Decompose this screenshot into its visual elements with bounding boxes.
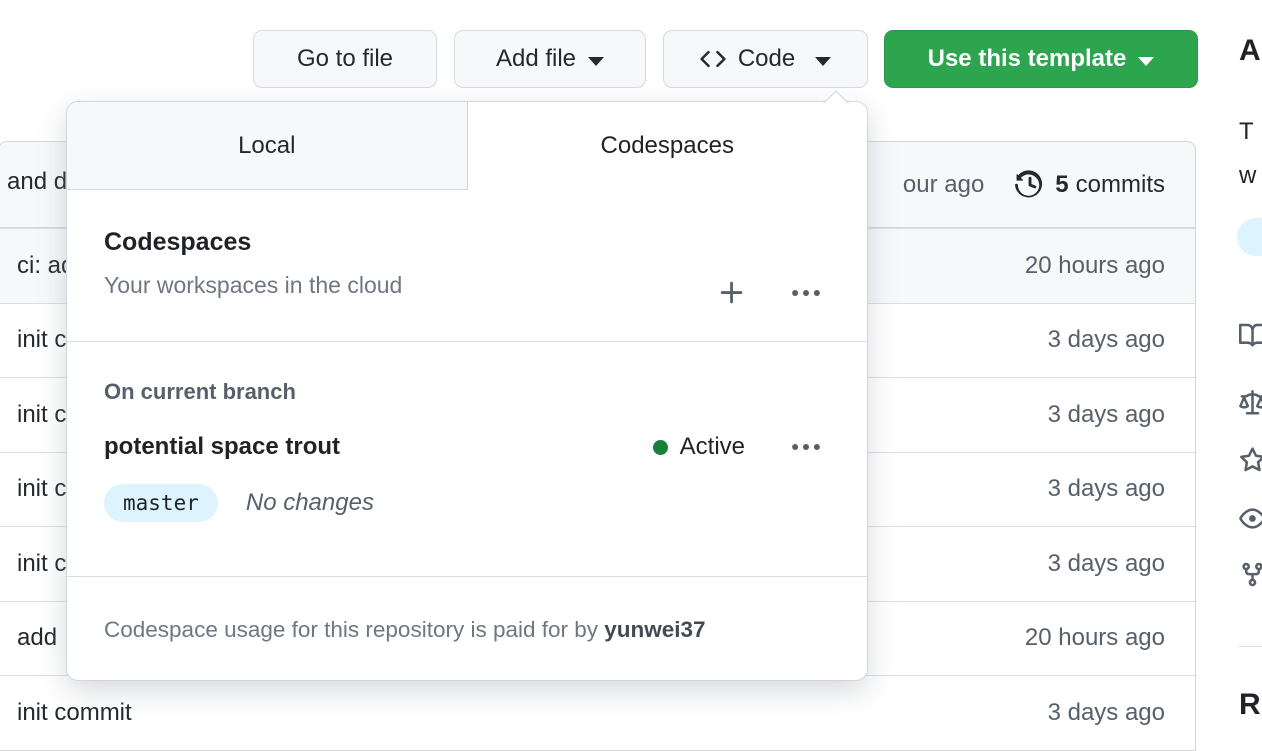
about-description-line: T <box>1239 118 1254 145</box>
branch-badge[interactable]: master <box>104 484 218 522</box>
use-this-template-button[interactable]: Use this template <box>884 30 1198 88</box>
on-current-branch-heading: On current branch <box>104 379 296 404</box>
usage-text: Codespace usage for this repository is p… <box>104 617 605 642</box>
topic-badge[interactable] <box>1237 218 1262 256</box>
new-codespace-button[interactable] <box>717 278 747 308</box>
code-label: Code <box>737 45 796 72</box>
tab-codespaces[interactable]: Codespaces <box>467 102 867 190</box>
codespace-usage-footer: Codespace usage for this repository is p… <box>67 577 867 680</box>
row-time: 3 days ago <box>1047 475 1165 503</box>
row-message[interactable]: init c <box>17 326 66 354</box>
kebab-icon <box>792 289 820 296</box>
codespaces-header: Codespaces Your workspaces in the cloud <box>67 190 867 341</box>
current-branch-section: On current branch potential space trout … <box>67 342 867 576</box>
caret-down-icon <box>588 56 605 66</box>
eye-icon <box>1239 508 1262 529</box>
releases-heading: R <box>1239 688 1261 721</box>
row-time: 3 days ago <box>1047 326 1165 354</box>
kebab-icon <box>792 444 820 450</box>
codespace-name[interactable]: potential space trout <box>104 433 340 461</box>
book-icon <box>1239 323 1262 347</box>
commit-count[interactable]: 5 <box>1055 171 1068 199</box>
commit-time-partial: our ago <box>902 170 985 198</box>
codespaces-menu-button[interactable] <box>791 278 821 308</box>
codespaces-title: Codespaces <box>104 228 252 256</box>
commits-label[interactable]: commits <box>1076 171 1165 199</box>
add-file-label: Add file <box>495 45 577 72</box>
dropdown-tabs: Local Codespaces <box>67 102 867 190</box>
codespace-menu-button[interactable] <box>791 432 821 462</box>
tab-local[interactable]: Local <box>67 102 468 190</box>
row-message[interactable]: init c <box>17 550 66 578</box>
row-message[interactable]: init commit <box>17 699 132 727</box>
table-row[interactable]: init commit 3 days ago <box>0 675 1195 750</box>
row-time: 20 hours ago <box>1024 624 1165 652</box>
codespaces-subtitle: Your workspaces in the cloud <box>104 272 403 298</box>
status-badge: Active <box>652 433 745 461</box>
commit-message-partial: and d <box>7 168 68 195</box>
active-dot <box>652 439 668 455</box>
add-file-button[interactable]: Add file <box>454 30 646 88</box>
go-to-file-label: Go to file <box>296 45 394 72</box>
go-to-file-button[interactable]: Go to file <box>253 30 437 88</box>
row-time: 20 hours ago <box>1024 251 1165 279</box>
star-icon <box>1240 447 1262 472</box>
about-description-line: w <box>1239 162 1257 189</box>
code-button[interactable]: Code <box>663 30 868 88</box>
code-dropdown: Local Codespaces Codespaces Your workspa… <box>66 101 868 681</box>
row-message[interactable]: add <box>17 624 57 652</box>
sidebar-divider <box>1239 646 1262 647</box>
status-label: Active <box>679 433 745 460</box>
owner-name: yunwei37 <box>604 617 706 642</box>
row-message[interactable]: init c <box>17 475 66 503</box>
caret-down-icon <box>815 56 832 66</box>
no-changes-label: No changes <box>245 489 374 516</box>
code-icon <box>700 50 726 68</box>
row-time: 3 days ago <box>1047 549 1165 577</box>
row-time: 3 days ago <box>1047 698 1165 726</box>
fork-icon <box>1242 562 1262 587</box>
plus-icon <box>720 281 743 303</box>
law-icon <box>1239 390 1262 415</box>
caret-down-icon <box>1138 56 1155 66</box>
codespace-row[interactable]: potential space trout Active <box>104 432 821 462</box>
history-icon <box>1015 170 1043 198</box>
use-this-template-label: Use this template <box>927 45 1127 72</box>
row-message[interactable]: init c <box>17 401 66 429</box>
branch-row: master No changes <box>104 484 821 522</box>
about-heading: A <box>1239 34 1261 67</box>
row-time: 3 days ago <box>1047 400 1165 428</box>
